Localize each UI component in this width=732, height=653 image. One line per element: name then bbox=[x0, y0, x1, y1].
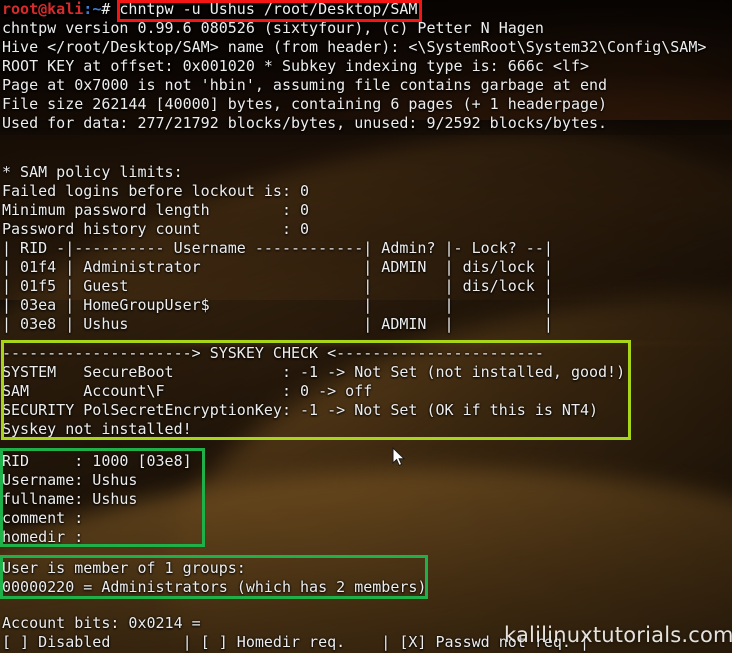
groups-title: User is member of 1 groups: bbox=[2, 559, 246, 577]
prompt-line: root@kali:~# chntpw -u Ushus /root/Deskt… bbox=[2, 0, 417, 19]
prompt-colon: : bbox=[83, 0, 93, 18]
user-table-header: | RID -|---------- Username ------------… bbox=[2, 239, 553, 257]
terminal-window[interactable]: root@kali:~# chntpw -u Ushus /root/Deskt… bbox=[0, 0, 732, 653]
output-line-page: Page at 0x7000 is not 'hbin', assuming f… bbox=[2, 76, 608, 94]
terminal-output-area[interactable]: root@kali:~# chntpw -u Ushus /root/Deskt… bbox=[0, 0, 732, 653]
groups-entry: 00000220 = Administrators (which has 2 m… bbox=[2, 578, 427, 596]
mouse-cursor-icon bbox=[392, 447, 406, 467]
policy-history-count: Password history count : 0 bbox=[2, 220, 310, 238]
syskey-line-status: Syskey not installed! bbox=[2, 420, 192, 438]
prompt-path: ~ bbox=[92, 0, 102, 18]
account-rid: RID : 1000 [03e8] bbox=[2, 452, 192, 470]
syskey-line-sam: SAM Account\F : 0 -> off bbox=[2, 382, 373, 400]
account-comment: comment : bbox=[2, 509, 84, 527]
syskey-line-system: SYSTEM SecureBoot : -1 -> Not Set (not i… bbox=[2, 363, 626, 381]
policy-min-password: Minimum password length : 0 bbox=[2, 201, 310, 219]
sam-policy-title: * SAM policy limits: bbox=[2, 163, 183, 181]
account-homedir: homedir : bbox=[2, 528, 84, 546]
account-bits-title: Account bits: 0x0214 = bbox=[2, 614, 201, 632]
table-row-ushus: | 03e8 | Ushus | ADMIN | | bbox=[2, 315, 553, 333]
command-text: chntpw -u Ushus /root/Desktop/SAM bbox=[119, 0, 418, 18]
site-watermark: kalilinuxtutorials.com bbox=[504, 623, 732, 647]
syskey-check-title: ---------------------> SYSKEY CHECK <---… bbox=[2, 344, 544, 362]
table-row-guest: | 01f5 | Guest | | dis/lock | bbox=[2, 277, 553, 295]
output-line-rootkey: ROOT KEY at offset: 0x001020 * Subkey in… bbox=[2, 57, 589, 75]
syskey-line-security: SECURITY PolSecretEncryptionKey: -1 -> N… bbox=[2, 401, 599, 419]
account-username: Username: Ushus bbox=[2, 471, 138, 489]
output-line-hive: Hive </root/Desktop/SAM> name (from head… bbox=[2, 38, 707, 56]
output-line-version: chntpw version 0.99.6 080526 (sixtyfour)… bbox=[2, 19, 544, 37]
policy-failed-logins: Failed logins before lockout is: 0 bbox=[2, 182, 310, 200]
table-row-homegroupuser: | 03ea | HomeGroupUser$ | | | bbox=[2, 296, 553, 314]
output-line-useddata: Used for data: 277/21792 blocks/bytes, u… bbox=[2, 114, 608, 132]
output-line-filesize: File size 262144 [40000] bytes, containi… bbox=[2, 95, 608, 113]
prompt-user-host: root@kali bbox=[2, 0, 84, 18]
account-fullname: fullname: Ushus bbox=[2, 490, 138, 508]
table-row-administrator: | 01f4 | Administrator | ADMIN | dis/loc… bbox=[2, 258, 553, 276]
account-bits-row: [ ] Disabled | [ ] Homedir req. | [X] Pa… bbox=[2, 633, 589, 651]
